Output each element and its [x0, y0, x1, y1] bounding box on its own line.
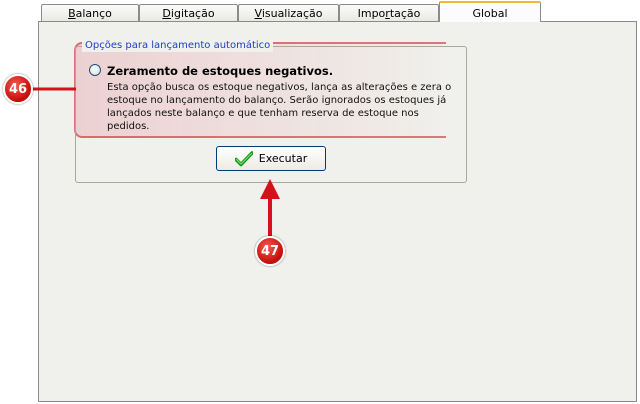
zeroing-option-description: Esta opção busca os estoque negativos, l…: [107, 81, 452, 133]
tab-strip: Balanço Digitação Visualização Importaçã…: [38, 0, 638, 22]
description-line-2: estoque no lançamento do balanço. Serão …: [107, 95, 447, 106]
tab-importacao-label-start: Impo: [357, 7, 386, 20]
description-line-1: Esta opção busca os estoque negativos, l…: [107, 82, 452, 93]
callout-badge-47: 47: [255, 236, 285, 266]
tab-digitacao-label: igitação: [170, 7, 215, 20]
tab-global[interactable]: Global: [439, 1, 541, 22]
callout-badge-46: 46: [3, 74, 33, 104]
zeroing-radio[interactable]: [89, 64, 101, 76]
tab-importacao[interactable]: Importação: [339, 4, 439, 21]
tab-visualizacao-mnemonic: V: [254, 7, 262, 20]
groupbox-legend: Opções para lançamento automático: [82, 40, 274, 52]
tab-global-label: Global: [472, 7, 508, 20]
tab-visualizacao-label: isualização: [261, 7, 323, 20]
check-icon: [234, 150, 253, 166]
execute-button-label: Executar: [258, 152, 308, 165]
tab-visualizacao[interactable]: Visualização: [238, 4, 339, 21]
zeroing-option-title[interactable]: Zeramento de estoques negativos.: [107, 64, 333, 78]
description-line-3: lançados neste balanço e que tenham rese…: [107, 108, 419, 132]
tab-balanco-label: alanço: [75, 7, 112, 20]
tab-balanco-mnemonic: B: [68, 7, 76, 20]
execute-button[interactable]: Executar: [216, 146, 326, 171]
tab-digitacao[interactable]: Digitação: [139, 4, 238, 21]
tab-importacao-label-end: tação: [389, 7, 421, 20]
tab-balanco[interactable]: Balanço: [41, 4, 139, 21]
tab-digitacao-mnemonic: D: [162, 7, 171, 20]
